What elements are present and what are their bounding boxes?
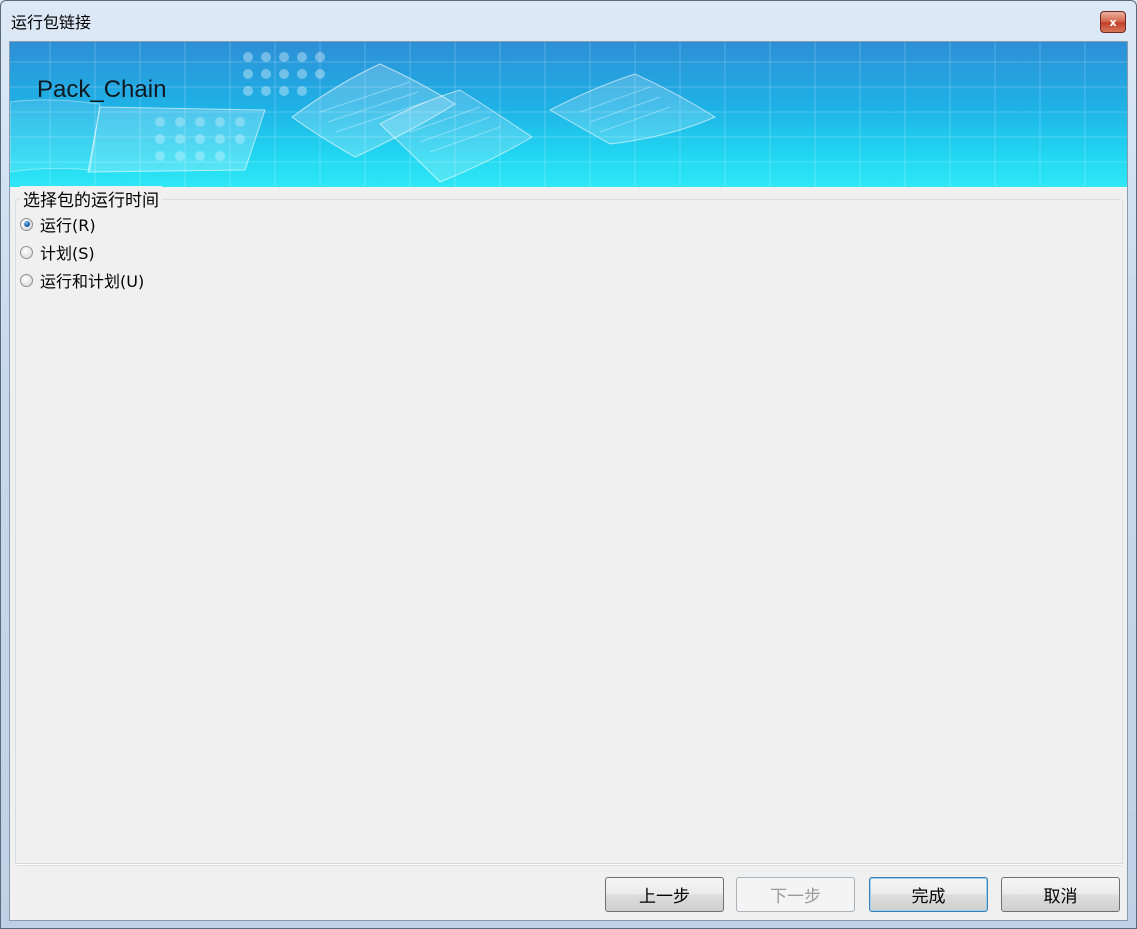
- radio-run-and-schedule[interactable]: 运行和计划(U): [20, 269, 144, 291]
- wizard-banner: Pack_Chain: [10, 42, 1127, 187]
- title-bar[interactable]: 运行包链接 x: [1, 1, 1136, 41]
- back-button[interactable]: 上一步: [605, 877, 724, 912]
- radio-unchecked-icon[interactable]: [20, 273, 33, 287]
- radio-schedule-label[interactable]: 计划(S): [40, 240, 95, 264]
- dialog-window: 运行包链接 x Pack_Chain 选择包的运行时间 运行(R) 计划(S) …: [0, 0, 1137, 929]
- radio-schedule[interactable]: 计划(S): [20, 241, 95, 263]
- radio-run[interactable]: 运行(R): [20, 213, 96, 235]
- radio-run-label[interactable]: 运行(R): [40, 212, 96, 236]
- close-icon: x: [1109, 15, 1117, 29]
- finish-button[interactable]: 完成: [869, 877, 988, 912]
- dialog-client-area: Pack_Chain 选择包的运行时间 运行(R) 计划(S) 运行和计划(U)…: [9, 41, 1128, 921]
- banner-title: Pack_Chain: [37, 76, 167, 103]
- window-title: 运行包链接: [11, 13, 92, 32]
- close-button[interactable]: x: [1100, 11, 1126, 33]
- banner-graphic: [10, 42, 1127, 187]
- radio-run-and-schedule-label[interactable]: 运行和计划(U): [40, 268, 144, 292]
- radio-unchecked-icon[interactable]: [20, 245, 33, 259]
- groupbox-legend: 选择包的运行时间: [20, 186, 162, 211]
- cancel-button[interactable]: 取消: [1001, 877, 1120, 912]
- radio-checked-icon[interactable]: [20, 217, 33, 231]
- next-button: 下一步: [736, 877, 855, 912]
- run-time-groupbox: [15, 199, 1123, 866]
- button-separator: [15, 863, 1123, 865]
